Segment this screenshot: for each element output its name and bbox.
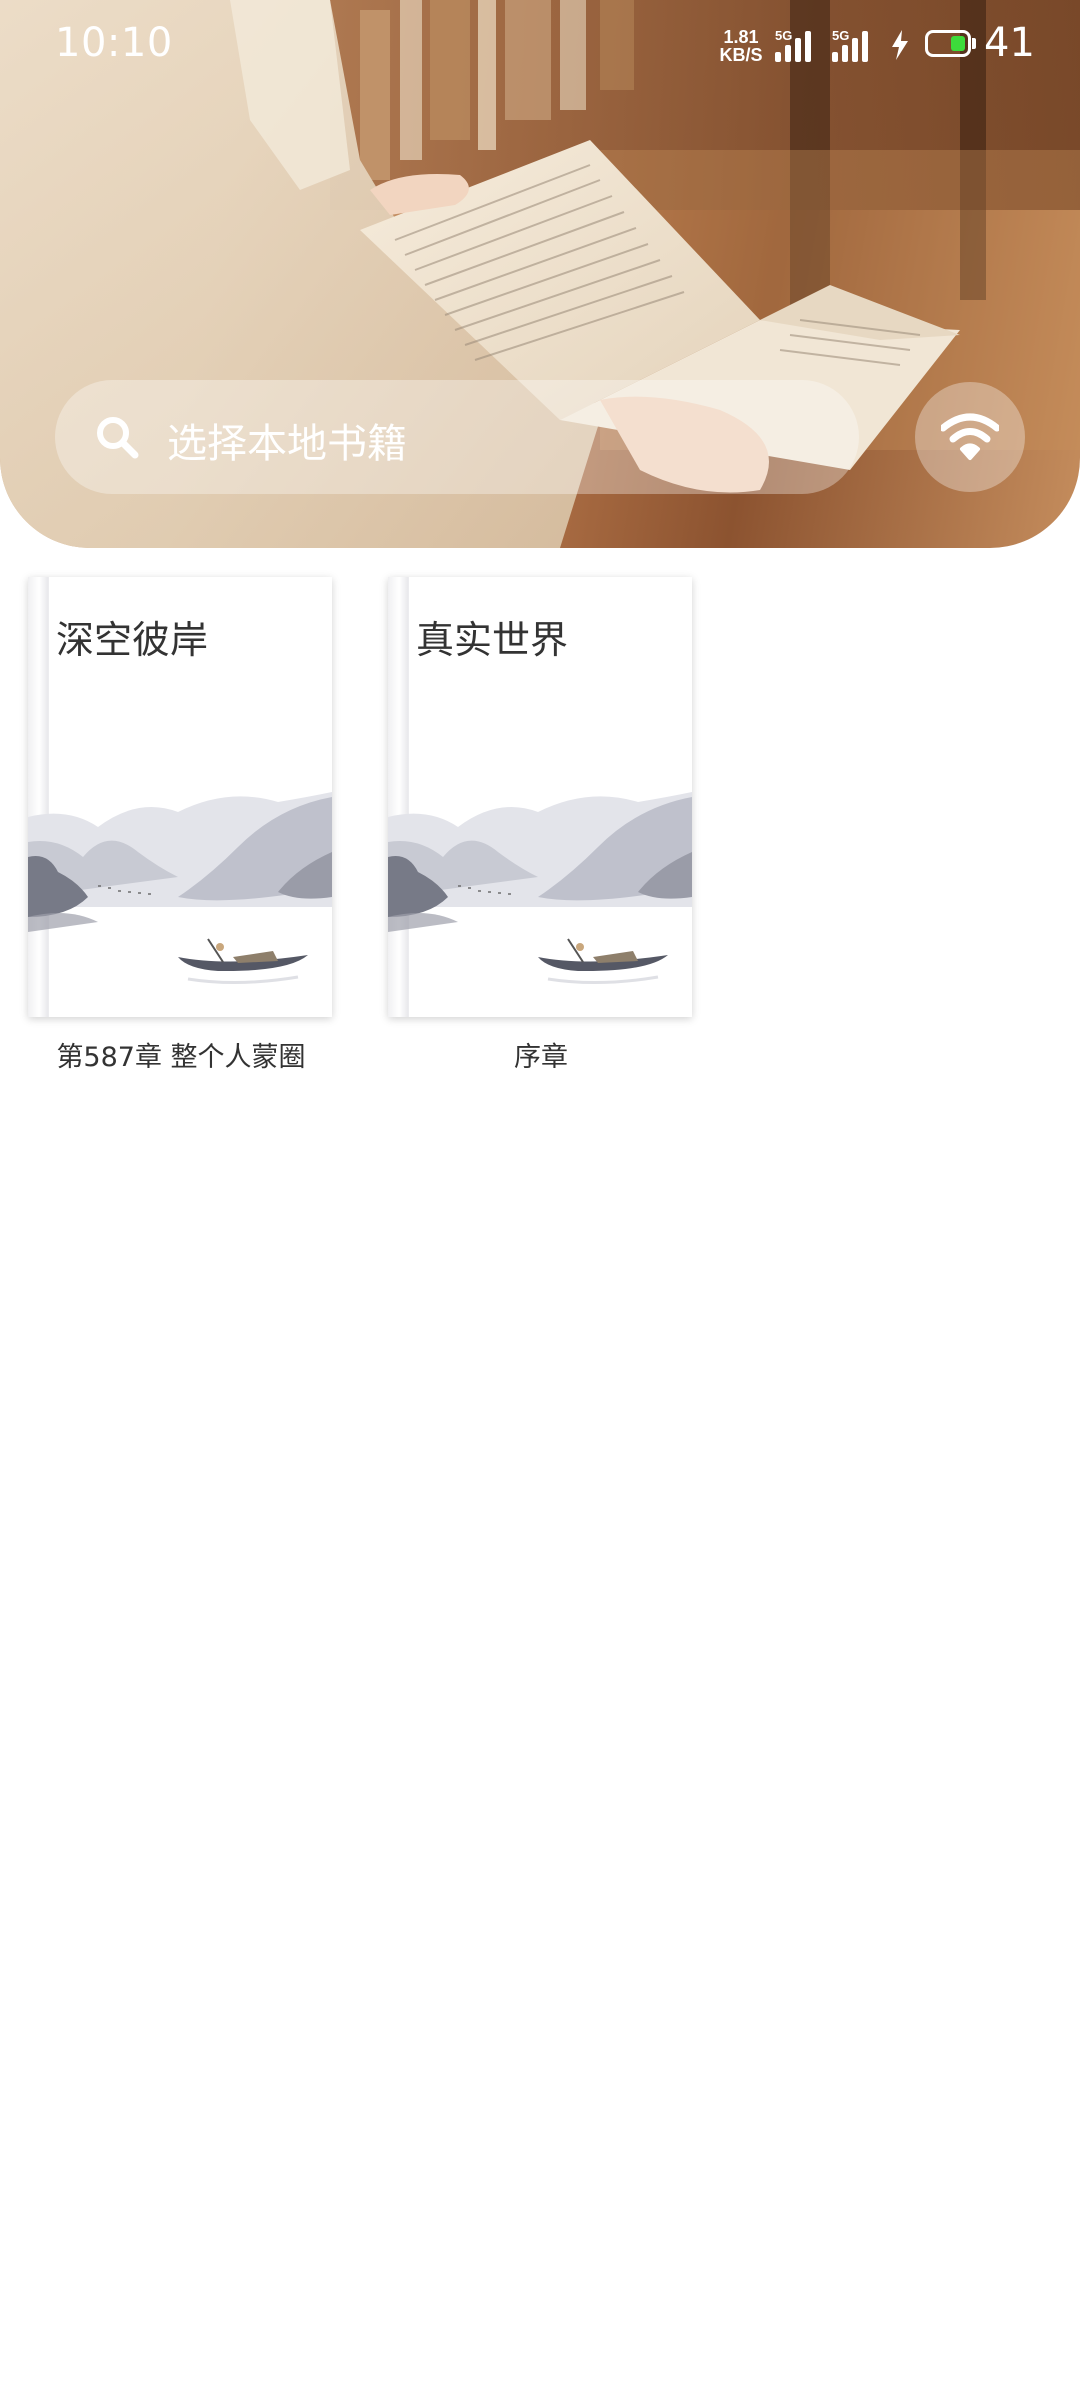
signal-bar <box>842 45 848 62</box>
book-current-chapter: 第587章 整个人蒙圈 <box>56 1042 306 1073</box>
signal-bar <box>795 38 801 62</box>
battery-level: 41 <box>984 20 1035 66</box>
header-banner: 10:10 1.81 KB/S 5G 5G 41 选择本地书籍 <box>0 0 1080 548</box>
signal-icon-sim2: 5G <box>832 28 878 62</box>
signal-bar <box>862 31 868 62</box>
book-current-chapter: 序章 <box>514 1042 568 1073</box>
signal-bar <box>775 52 781 62</box>
network-generation-sim1: 5G <box>775 28 793 43</box>
battery-icon <box>925 30 971 57</box>
network-speed-value: 1.81 <box>723 27 759 47</box>
search-placeholder: 选择本地书籍 <box>167 421 407 467</box>
network-generation-sim2: 5G <box>832 28 850 43</box>
battery-tip <box>972 38 976 49</box>
book-cover[interactable]: 真实世界 <box>388 577 692 1017</box>
signal-icon-sim1: 5G <box>775 28 821 62</box>
signal-bar <box>852 38 858 62</box>
book-item[interactable]: 深空彼岸 第587章 整个人蒙圈 <box>28 577 334 1074</box>
network-speed-unit: KB/S <box>719 45 763 65</box>
status-time: 10:10 <box>55 20 173 66</box>
local-book-search-bar[interactable]: 选择本地书籍 <box>55 380 859 494</box>
book-cover[interactable]: 深空彼岸 <box>28 577 332 1017</box>
battery-fill <box>951 36 965 51</box>
signal-bar <box>805 31 811 62</box>
search-icon <box>97 417 139 459</box>
wifi-icon <box>941 413 999 460</box>
wifi-transfer-button[interactable] <box>915 382 1025 492</box>
ink-landscape-illustration <box>28 792 332 985</box>
charging-bolt-icon <box>892 30 908 60</box>
ink-landscape-illustration <box>388 792 692 985</box>
book-item[interactable]: 真实世界 序章 <box>388 577 694 1074</box>
bookshelf-screen: 10:10 1.81 KB/S 5G 5G 41 选择本地书籍 深空彼岸 第58… <box>0 0 1080 2400</box>
status-bar: 10:10 1.81 KB/S 5G 5G 41 <box>0 0 1080 92</box>
signal-bar <box>785 45 791 62</box>
network-speed: 1.81 KB/S <box>718 28 764 64</box>
book-title: 深空彼岸 <box>56 618 209 662</box>
book-title: 真实世界 <box>416 618 569 662</box>
signal-bar <box>832 52 838 62</box>
